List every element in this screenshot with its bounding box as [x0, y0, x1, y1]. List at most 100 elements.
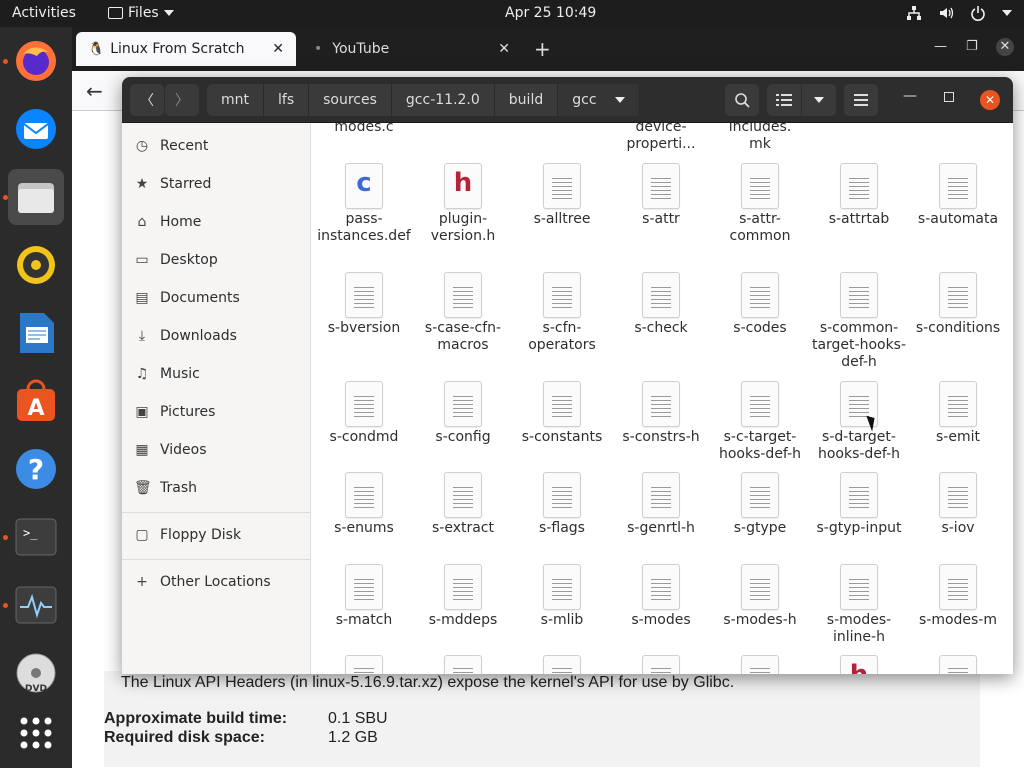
text-file-icon[interactable]	[741, 655, 779, 674]
tab-label: Linux From Scratch	[110, 41, 245, 57]
files-icon[interactable]	[8, 169, 64, 225]
plus-icon: +	[136, 574, 148, 590]
crumb-gcc-11-2-0[interactable]: gcc-11.2.0	[391, 84, 495, 116]
chevron-down-icon	[814, 97, 824, 103]
system-tray[interactable]	[906, 5, 1012, 21]
crumb-sources[interactable]: sources	[309, 84, 392, 116]
maximize-icon[interactable]: ❐	[966, 39, 978, 54]
close-icon[interactable]: ✕	[996, 38, 1014, 56]
search-icon	[735, 93, 750, 108]
firefox-icon[interactable]	[8, 33, 64, 89]
text-file-icon	[642, 472, 680, 518]
list-view-icon	[776, 94, 792, 106]
places-sidebar: ◷ Recent ★ Starred ⌂ Home ▭ Desktop ▤ Documen…	[122, 123, 311, 674]
sidebar-item-downloads[interactable]: ⤓ Downloads	[122, 317, 311, 355]
music-icon: ♫	[135, 366, 149, 382]
file-label: s-constrs-h	[622, 429, 700, 445]
file-grid: modes.c device- properti... includes. mk…	[312, 123, 1013, 674]
sidebar-item-label: Floppy Disk	[160, 527, 242, 543]
forward-button[interactable]: 〉	[165, 84, 199, 116]
disk-space-value: 1.2 GB	[328, 729, 378, 746]
sidebar-item-label: Other Locations	[160, 574, 271, 590]
system-monitor-icon[interactable]	[8, 577, 64, 633]
app-menu-label: Files	[128, 5, 159, 21]
floppy-icon: ▢	[135, 527, 149, 543]
tab-youtube[interactable]: • YouTube ✕	[302, 32, 522, 66]
thunderbird-icon[interactable]	[8, 101, 64, 157]
sidebar-item-home[interactable]: ⌂ Home	[122, 203, 311, 241]
crumb-lfs[interactable]: lfs	[264, 84, 310, 116]
crumb-gcc[interactable]: gcc	[558, 84, 640, 116]
clock[interactable]: Apr 25 10:49	[505, 5, 596, 21]
close-tab-icon[interactable]: ✕	[498, 41, 510, 57]
file-label: s-gtype	[733, 520, 787, 536]
maximize-icon[interactable]	[944, 92, 954, 102]
file-item-partial[interactable]: includes. mk	[711, 123, 809, 153]
star-icon: ★	[135, 176, 149, 192]
text-file-icon[interactable]	[642, 655, 680, 674]
dvd-icon[interactable]: DVD	[8, 645, 64, 701]
sidebar-item-pictures[interactable]: ▣ Pictures	[122, 393, 311, 431]
text-file-icon	[741, 163, 779, 209]
text-file-icon	[840, 272, 878, 318]
view-options-button[interactable]	[802, 84, 836, 116]
sidebar-item-recent[interactable]: ◷ Recent	[122, 127, 311, 165]
tux-icon: 🐧	[88, 41, 105, 57]
sidebar-item-documents[interactable]: ▤ Documents	[122, 279, 311, 317]
text-file-icon	[345, 564, 383, 610]
sidebar-item-floppy-disk[interactable]: ▢ Floppy Disk	[122, 516, 311, 554]
home-icon: ⌂	[137, 214, 147, 230]
svg-text:DVD: DVD	[25, 684, 47, 694]
sidebar-item-desktop[interactable]: ▭ Desktop	[122, 241, 311, 279]
minimize-icon[interactable]: —	[934, 39, 947, 54]
activities-button[interactable]: Activities	[12, 5, 76, 21]
minimize-icon[interactable]: —	[903, 88, 917, 104]
text-file-icon[interactable]	[444, 655, 482, 674]
ubuntu-software-icon[interactable]: A	[8, 373, 64, 429]
text-file-icon	[543, 381, 581, 427]
file-item-partial[interactable]: modes.c	[315, 123, 413, 136]
file-item-partial[interactable]: device- properti...	[612, 123, 710, 153]
text-file-icon[interactable]	[939, 655, 977, 674]
text-file-icon[interactable]	[543, 655, 581, 674]
sidebar-item-label: Downloads	[160, 328, 237, 344]
sidebar-item-other-locations[interactable]: + Other Locations	[122, 563, 311, 601]
text-file-icon	[741, 381, 779, 427]
sidebar-item-music[interactable]: ♫ Music	[122, 355, 311, 393]
folder-icon	[108, 7, 123, 19]
app-menu-files[interactable]: Files	[108, 5, 174, 21]
main-menu-button[interactable]	[844, 84, 878, 116]
list-view-button[interactable]	[767, 84, 801, 116]
libreoffice-writer-icon[interactable]	[8, 305, 64, 361]
text-file-icon	[939, 472, 977, 518]
new-tab-icon[interactable]: +	[534, 37, 551, 61]
text-file-icon	[642, 272, 680, 318]
text-file-icon	[642, 381, 680, 427]
trash-icon: 🗑	[134, 480, 152, 496]
rhythmbox-icon[interactable]	[8, 237, 64, 293]
sidebar-divider	[122, 512, 311, 513]
search-button[interactable]	[725, 84, 759, 116]
back-button[interactable]: 〈	[130, 84, 164, 116]
file-label: s-constants	[521, 429, 603, 445]
sidebar-item-starred[interactable]: ★ Starred	[122, 165, 311, 203]
sidebar-item-trash[interactable]: 🗑 Trash	[122, 469, 311, 507]
text-file-icon[interactable]	[345, 655, 383, 674]
file-label: s-case-cfn-macros	[424, 320, 502, 353]
crumb-build[interactable]: build	[494, 84, 559, 116]
tab-linux-from-scratch[interactable]: 🐧 Linux From Scratch ✕	[76, 32, 296, 66]
sidebar-item-label: Home	[160, 214, 202, 230]
terminal-icon[interactable]: >_	[8, 509, 64, 565]
sidebar-item-label: Starred	[160, 176, 212, 192]
show-applications-icon[interactable]	[8, 705, 64, 761]
crumb-mnt[interactable]: mnt	[207, 84, 264, 116]
sidebar-item-videos[interactable]: ▦ Videos	[122, 431, 311, 469]
back-arrow-icon[interactable]: ←	[86, 79, 103, 103]
c-source-file-icon: c	[345, 163, 383, 209]
help-icon[interactable]: ?	[8, 441, 64, 497]
close-window-button[interactable]: ✕	[980, 90, 1000, 110]
c-header-file-icon[interactable]: h	[840, 655, 878, 674]
text-file-icon	[840, 472, 878, 518]
file-label: s-mddeps	[428, 612, 498, 628]
close-tab-icon[interactable]: ✕	[272, 41, 284, 57]
